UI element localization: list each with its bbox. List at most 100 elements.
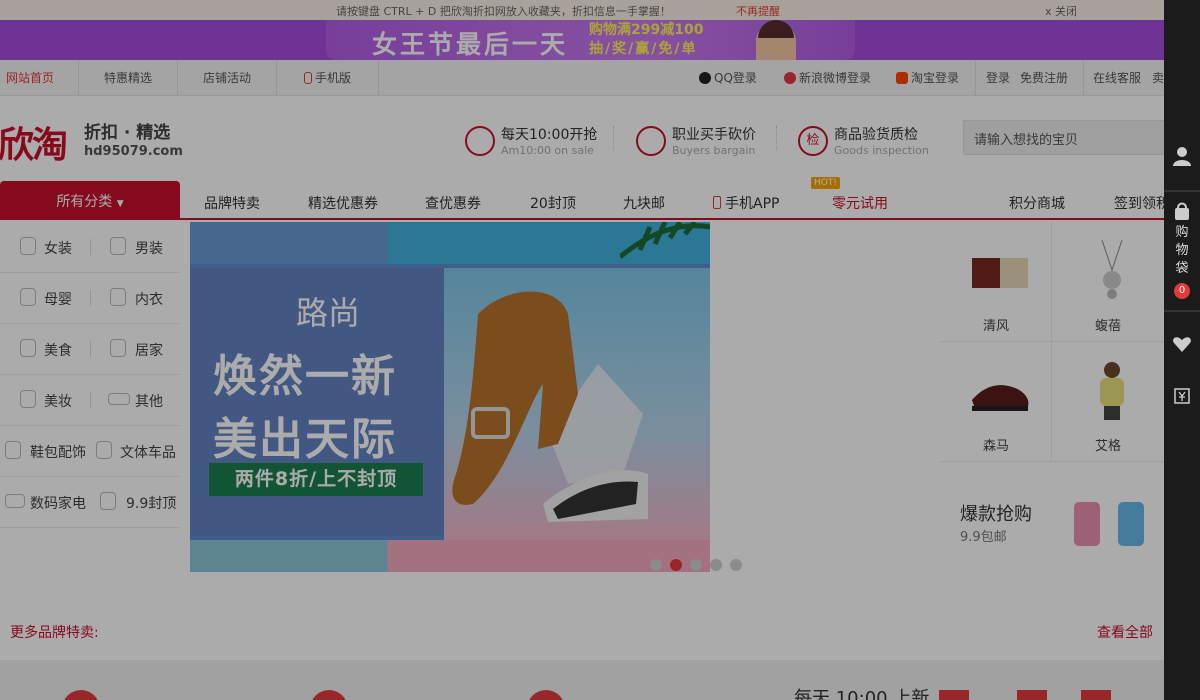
notice-close-button[interactable]: x 关闭 — [1045, 3, 1077, 19]
login-link[interactable]: 登录 — [982, 60, 1014, 96]
category-other[interactable]: 其他 — [135, 391, 163, 411]
category-row: 美妆 其他 — [0, 375, 180, 426]
weibo-icon — [784, 72, 796, 84]
nav-home[interactable]: 网站首页 — [2, 60, 58, 96]
feature-title: 商品验货质检 — [834, 127, 918, 143]
category-womens[interactable]: 女装 — [44, 238, 72, 258]
banner-pagination — [650, 556, 750, 575]
nav-store-activity[interactable]: 店铺活动 — [199, 60, 255, 96]
promo-center[interactable]: 女王节最后一天 购物满299减100 抽/奖/赢/免/单 — [326, 20, 855, 60]
hot-buy-panel[interactable]: 爆款抢购 9.9包邮 — [940, 462, 1164, 580]
online-service-link[interactable]: 在线客服 — [1089, 60, 1145, 96]
category-9-9[interactable]: 9.9封顶 — [126, 493, 176, 513]
nav-special[interactable]: 特惠精选 — [100, 60, 156, 96]
brand-tile[interactable]: 森马 — [940, 342, 1052, 462]
cart-label-3: 袋 — [1175, 261, 1189, 276]
nav-20-cap[interactable]: 20封顶 — [530, 193, 576, 213]
category-underwear[interactable]: 内衣 — [135, 289, 163, 309]
category-food[interactable]: 美食 — [44, 340, 72, 360]
brand-grid: 清风 蝮蓓 森马 艾格 — [940, 222, 1164, 462]
heart-icon — [1173, 337, 1191, 352]
category-divider — [90, 290, 91, 306]
hero-banner[interactable]: 路尚 焕然一新 美出天际 两件8折/上不封顶 — [190, 222, 710, 572]
more-brands-label: 更多品牌特卖: — [10, 625, 99, 641]
tissue-product-image — [972, 258, 1028, 288]
banner-dot-active[interactable] — [670, 559, 682, 571]
all-categories-button[interactable]: 所有分类 ▼ — [0, 181, 180, 220]
banner-dot[interactable] — [690, 559, 702, 571]
bottle-icon — [20, 288, 36, 306]
banner-tag: 两件8折/上不封顶 — [209, 463, 423, 496]
nav-checkin[interactable]: 签到领积 — [1114, 193, 1164, 213]
clock-icon — [465, 126, 495, 156]
qq-icon — [699, 72, 711, 84]
category-mens[interactable]: 男装 — [135, 238, 163, 258]
nav-mobile[interactable]: 手机版 — [300, 60, 355, 96]
bottom-section: 每天 10:00 上新 — [0, 660, 1164, 700]
no-remind-link[interactable]: 不再提醒 — [736, 3, 780, 19]
taobao-icon — [896, 72, 908, 84]
category-shoes-bags[interactable]: 鞋包配饰 — [30, 442, 86, 462]
site-domain: hd95079.com — [84, 144, 183, 159]
promo-banner[interactable]: 女王节最后一天 购物满299减100 抽/奖/赢/免/单 — [0, 20, 1164, 60]
site-logo[interactable]: 欣淘 — [0, 116, 68, 168]
brand-tile[interactable]: 艾格 — [1052, 342, 1164, 462]
search-input[interactable]: 请输入想找的宝贝 — [963, 120, 1164, 155]
yen-icon — [1174, 388, 1190, 404]
favorites-button[interactable] — [1164, 336, 1200, 356]
seller-link[interactable]: 卖 — [1148, 60, 1164, 96]
category-list: 女装 男装 母婴 内衣 美食 居家 美妆 其他 鞋包配饰 文体车品 数码家电 9… — [0, 222, 180, 528]
palm-leaf-image — [620, 222, 710, 259]
nav-brand-sale[interactable]: 品牌特卖 — [204, 193, 260, 213]
phone-case-product-image — [1074, 502, 1144, 546]
category-divider — [90, 392, 91, 408]
user-button[interactable] — [1164, 146, 1200, 170]
nav-app[interactable]: 手机APP — [713, 193, 779, 213]
category-digital[interactable]: 数码家电 — [30, 493, 86, 513]
category-divider — [90, 239, 91, 255]
banner-dot[interactable] — [650, 559, 662, 571]
brand-tile[interactable]: 蝮蓓 — [1052, 222, 1164, 342]
nav-nine-yuan[interactable]: 九块邮 — [623, 193, 665, 213]
category-row: 鞋包配饰 文体车品 — [0, 426, 180, 477]
toolbar-divider — [1164, 310, 1200, 312]
brand-name: 蝮蓓 — [1094, 319, 1121, 334]
weibo-login-label: 新浪微博登录 — [799, 71, 872, 85]
banner-dot[interactable] — [710, 559, 722, 571]
hot-buy-title: 爆款抢购 — [960, 504, 1032, 525]
brand-logo-circle — [527, 690, 565, 700]
right-toolbar: 购 物 袋 0 — [1164, 0, 1200, 700]
category-sports-auto[interactable]: 文体车品 — [120, 442, 176, 462]
banner-headline-1: 焕然一新 — [213, 351, 397, 402]
view-all-link[interactable]: 查看全部 — [1097, 622, 1153, 642]
nav-mobile-label: 手机版 — [315, 71, 352, 85]
wallet-button[interactable] — [1164, 388, 1200, 408]
dress-icon — [20, 237, 36, 255]
nav-free-trial[interactable]: 零元试用 — [832, 193, 888, 213]
category-row: 女装 男装 — [0, 222, 180, 273]
notice-message: 请按键盘 CTRL + D 把欣淘折扣网放入收藏夹，折扣信息一手掌握！ — [336, 5, 671, 18]
category-divider — [90, 341, 91, 357]
taobao-login[interactable]: 淘宝登录 — [892, 60, 963, 96]
cart-count-badge: 0 — [1174, 283, 1190, 299]
category-home[interactable]: 居家 — [135, 340, 163, 360]
phone-icon — [713, 196, 721, 209]
category-baby[interactable]: 母婴 — [44, 289, 72, 309]
promo-line2: 抽/奖/赢/免/单 — [589, 41, 698, 57]
shirt-icon — [110, 237, 126, 255]
shopping-bag-icon — [1175, 202, 1189, 220]
countdown-box — [1081, 690, 1111, 700]
nav-check-coupon[interactable]: 查优惠券 — [425, 193, 481, 213]
cart-button[interactable]: 购 物 袋 0 — [1164, 202, 1200, 299]
weibo-login[interactable]: 新浪微博登录 — [780, 60, 875, 96]
brand-tile[interactable]: 清风 — [940, 222, 1052, 342]
nav-coupons[interactable]: 精选优惠券 — [308, 193, 378, 213]
qq-login[interactable]: QQ登录 — [695, 60, 761, 96]
inspection-icon: 检 — [798, 126, 828, 156]
category-beauty[interactable]: 美妆 — [44, 391, 72, 411]
nav-points-mall[interactable]: 积分商城 — [1009, 193, 1065, 213]
banner-dot[interactable] — [730, 559, 742, 571]
qq-login-label: QQ登录 — [714, 71, 757, 85]
register-link[interactable]: 免费注册 — [1016, 60, 1072, 96]
feature-sub: Buyers bargain — [672, 144, 756, 157]
